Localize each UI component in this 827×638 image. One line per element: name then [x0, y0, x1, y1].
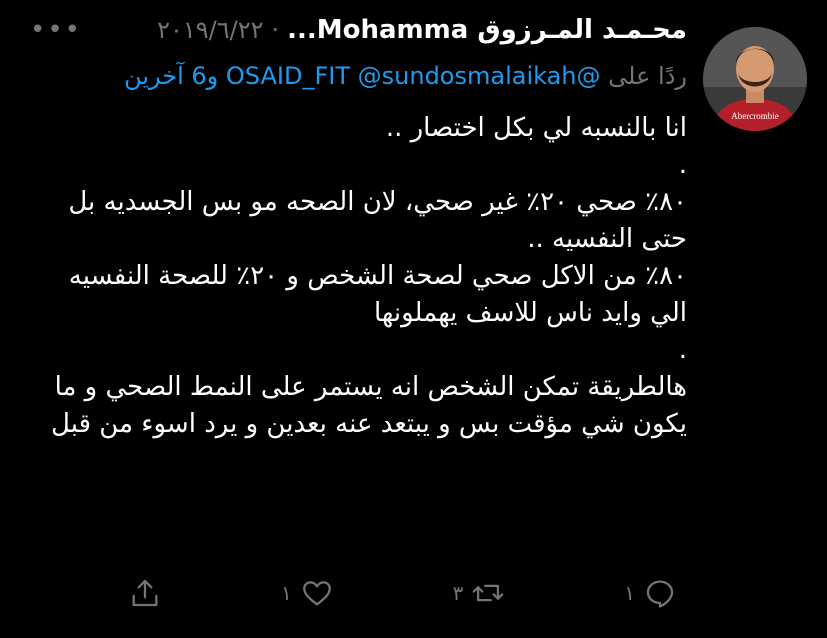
- reply-icon: [646, 580, 674, 608]
- avatar[interactable]: Abercrombie: [703, 27, 807, 131]
- avatar-image: Abercrombie: [703, 27, 807, 131]
- separator-dot: ·: [271, 16, 280, 44]
- mention-others[interactable]: و6 آخرين: [124, 62, 218, 90]
- retweet-icon: [473, 584, 504, 602]
- replying-to: ردًا على @OSAID_FIT @sundosmalaikah و6 آ…: [30, 58, 687, 94]
- reply-count: ١: [624, 581, 635, 605]
- share-button[interactable]: [120, 576, 162, 610]
- mention-sundosmalaikah[interactable]: @sundosmalaikah: [358, 62, 577, 90]
- tweet[interactable]: Abercrombie محـمـد المـرزوق Mohamma... ·…: [0, 0, 827, 638]
- like-count: ١: [280, 581, 292, 605]
- avatar-shirt-text: Abercrombie: [731, 111, 778, 121]
- share-icon: [132, 579, 158, 607]
- tweet-actions: ١ ٣ ١: [120, 576, 677, 610]
- replying-prefix: ردًا على: [608, 62, 687, 90]
- like-button[interactable]: ١: [281, 576, 334, 610]
- tweet-content: محـمـد المـرزوق Mohamma... · ٢٠١٩/٦/٢٢ •…: [30, 10, 687, 443]
- reply-button[interactable]: ١: [624, 576, 677, 610]
- display-name[interactable]: محـمـد المـرزوق Mohamma...: [287, 15, 687, 45]
- more-options-icon[interactable]: •••: [30, 15, 82, 45]
- tweet-text: انا بالنسبه لي بكل اختصار .. . ٨٠٪ صحي ٢…: [51, 113, 687, 439]
- retweet-count: ٣: [452, 581, 464, 605]
- heart-icon: [302, 581, 331, 606]
- tweet-date[interactable]: ٢٠١٩/٦/٢٢: [157, 16, 263, 44]
- tweet-header: محـمـد المـرزوق Mohamma... · ٢٠١٩/٦/٢٢ •…: [30, 10, 687, 50]
- retweet-button[interactable]: ٣: [453, 576, 506, 610]
